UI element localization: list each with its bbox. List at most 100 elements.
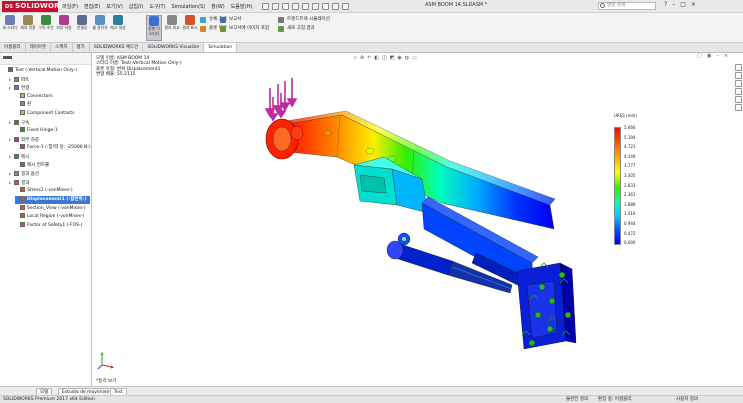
save-icon[interactable]: [282, 3, 289, 10]
options-gear-icon[interactable]: [342, 3, 349, 10]
command-tab[interactable]: 스케치: [51, 43, 73, 52]
command-tab[interactable]: Simulation: [204, 43, 238, 52]
tree-node[interactable]: ▸ 외부 하중: [9, 136, 39, 144]
rebuild-icon[interactable]: [322, 3, 329, 10]
tree-node[interactable]: Section_View (-vonMises-): [15, 204, 86, 213]
tree-node-label: Stress1 (-vonMises-): [27, 188, 73, 194]
status-edition: SOLIDWORKS Premium 2017 x64 Edition: [3, 397, 95, 402]
tree-node[interactable]: Local Region (-vonMises-): [15, 213, 84, 221]
run-study-button[interactable]: 실행 이 스터디: [146, 15, 162, 41]
legend-tick-label: 3.777: [624, 163, 636, 169]
command-tab[interactable]: 평가: [73, 43, 90, 52]
fixture-button[interactable]: 구속 조건: [38, 15, 54, 41]
undo-icon[interactable]: [302, 3, 309, 10]
result-plot-button[interactable]: 결과 표시: [182, 15, 198, 41]
tree-node[interactable]: Stress1 (-vonMises-): [15, 187, 73, 195]
minimize-icon[interactable]: –: [672, 1, 675, 8]
menu-item[interactable]: 편집(E): [84, 3, 100, 10]
menu-item[interactable]: 보기(V): [106, 3, 123, 10]
status-units[interactable]: 사용자 정의: [676, 396, 698, 403]
expand-toggle-icon[interactable]: ▸: [9, 76, 13, 84]
open-icon[interactable]: [272, 3, 279, 10]
parts-icon: [14, 76, 19, 82]
window-controls: ? – □ ×: [664, 1, 696, 8]
expand-toggle-icon[interactable]: ▸: [9, 170, 13, 178]
folder-icon: [20, 110, 25, 115]
external-load-button[interactable]: 외부 하중: [56, 15, 72, 41]
shell-manager-button[interactable]: 쉘 관리자: [92, 15, 108, 41]
select-icon[interactable]: [312, 3, 319, 10]
expand-toggle-icon[interactable]: ▸: [9, 84, 13, 92]
tree-node[interactable]: 메시 컨트롤: [15, 161, 49, 170]
command-tab[interactable]: SOLIDWORKS 애드인: [90, 43, 144, 52]
compare-results-button[interactable]: 결과 비교: [164, 15, 180, 41]
tree-node[interactable]: Test (-Vertical Motion Only-): [3, 67, 77, 75]
expand-toggle-icon[interactable]: ▸: [9, 179, 13, 187]
report-button[interactable]: 보고서: [220, 16, 241, 24]
menu-item[interactable]: 파일(F): [62, 3, 78, 10]
command-tab[interactable]: 어셈블리: [0, 43, 26, 52]
tree-node[interactable]: Connectors: [15, 92, 53, 101]
tree-node[interactable]: Factor of Safety1 (-FOS-): [15, 221, 82, 230]
legend-tick-label: 2.361: [624, 192, 636, 198]
ribbon-button-label: 재료 적용: [20, 25, 36, 30]
expand-toggle-icon[interactable]: ▸: [9, 119, 13, 127]
tree-node-label: Component Contacts: [27, 111, 75, 116]
displacement-plot-model[interactable]: [92, 53, 743, 386]
solidworks-window: DS SOLIDWORKS 파일(F) 편집(E) 보기(V) 삽입(I) 도구(T) Si…: [0, 0, 743, 403]
close-icon[interactable]: ×: [691, 1, 696, 8]
mesh-button[interactable]: 메시 생성: [110, 15, 126, 41]
solidworks-logo[interactable]: DS SOLIDWORKS: [2, 1, 70, 12]
loads-icon: [14, 136, 19, 142]
refresh-button[interactable]: 새로 고침 결과: [278, 25, 315, 33]
run-study-icon: [149, 16, 159, 26]
expand-toggle-icon[interactable]: ▸: [9, 153, 13, 161]
include-image-button[interactable]: 보고서에 이미지 포함: [220, 25, 269, 33]
new-doc-icon[interactable]: [262, 3, 269, 10]
ribbon-button-label: 결과 표시: [182, 25, 198, 30]
tree-node[interactable]: 핀: [15, 101, 31, 109]
command-manager-tabs: 어셈블리 레이아웃 스케치 평가 SOLIDWORKS 애드인 SOLIDWORKS Vi…: [0, 43, 743, 53]
filter-icon[interactable]: [3, 56, 12, 62]
new-study-button[interactable]: 새 스터디: [2, 15, 18, 41]
tree-node[interactable]: ▸ 메시: [9, 153, 29, 161]
simulation-study-tree: Test (-Vertical Motion Only-) ▸ 파트 ▸ 연결 Conne…: [0, 53, 92, 386]
maximize-icon[interactable]: □: [680, 1, 686, 8]
trend-tracker-icon: [278, 17, 284, 23]
file-properties-icon[interactable]: [332, 3, 339, 10]
tree-node[interactable]: ▸ 연결: [9, 84, 29, 92]
tree-node-label: Local Region (-vonMises-): [27, 214, 85, 220]
print-icon[interactable]: [292, 3, 299, 10]
boom-end-bracket: [516, 262, 577, 350]
help-icon[interactable]: ?: [664, 1, 667, 8]
expand-toggle-icon[interactable]: ▸: [9, 136, 13, 144]
menu-item[interactable]: Simulation(S): [172, 4, 206, 10]
ribbon-button-label: 구속 조건: [38, 25, 54, 30]
command-tab[interactable]: 레이아웃: [26, 43, 52, 52]
legend-tick-label: 1.416: [624, 211, 636, 217]
tree-node[interactable]: ▸ 결과 옵션: [9, 170, 39, 178]
apply-material-button[interactable]: 재료 적용: [20, 15, 36, 41]
search-commands-input[interactable]: 명령 검색: [598, 2, 656, 10]
trend-tracker-button[interactable]: 트렌드트랙 시뮬레이션: [278, 16, 330, 24]
menu-item[interactable]: 창(W): [211, 3, 224, 10]
plot-tools-icon: [200, 26, 206, 32]
tree-node[interactable]: Fixed Hinge-1: [15, 127, 58, 135]
command-tab[interactable]: SOLIDWORKS Visualize: [143, 43, 205, 52]
menu-item[interactable]: 도움말(H): [231, 3, 252, 10]
tree-node-label: 핀: [27, 102, 32, 108]
ribbon-button-label: 쉘 관리자: [92, 25, 108, 30]
tree-node[interactable]: Component Contacts: [15, 110, 74, 118]
folder-icon: [20, 92, 25, 98]
plot-icon: [20, 187, 25, 193]
menu-item[interactable]: 도구(T): [149, 3, 165, 10]
tree-node[interactable]: ▸ 결과: [9, 179, 29, 187]
tree-node[interactable]: Displacement1 (-합변위-): [15, 196, 90, 204]
tree-node[interactable]: Force-1 (:힘/력 당: -25000 N:): [15, 144, 91, 152]
menu-item[interactable]: 삽입(I): [129, 3, 144, 10]
tree-node[interactable]: ▸ 파트: [9, 76, 29, 84]
ribbon-button-label: 메시 생성: [110, 25, 126, 30]
graphics-viewport[interactable]: 모델 이름: ASM BOOM 14 스터디 이름: Test(-Vertical…: [92, 53, 743, 386]
connections-button[interactable]: 연결부: [74, 15, 90, 41]
tree-node[interactable]: ▸ 구속: [9, 119, 29, 127]
